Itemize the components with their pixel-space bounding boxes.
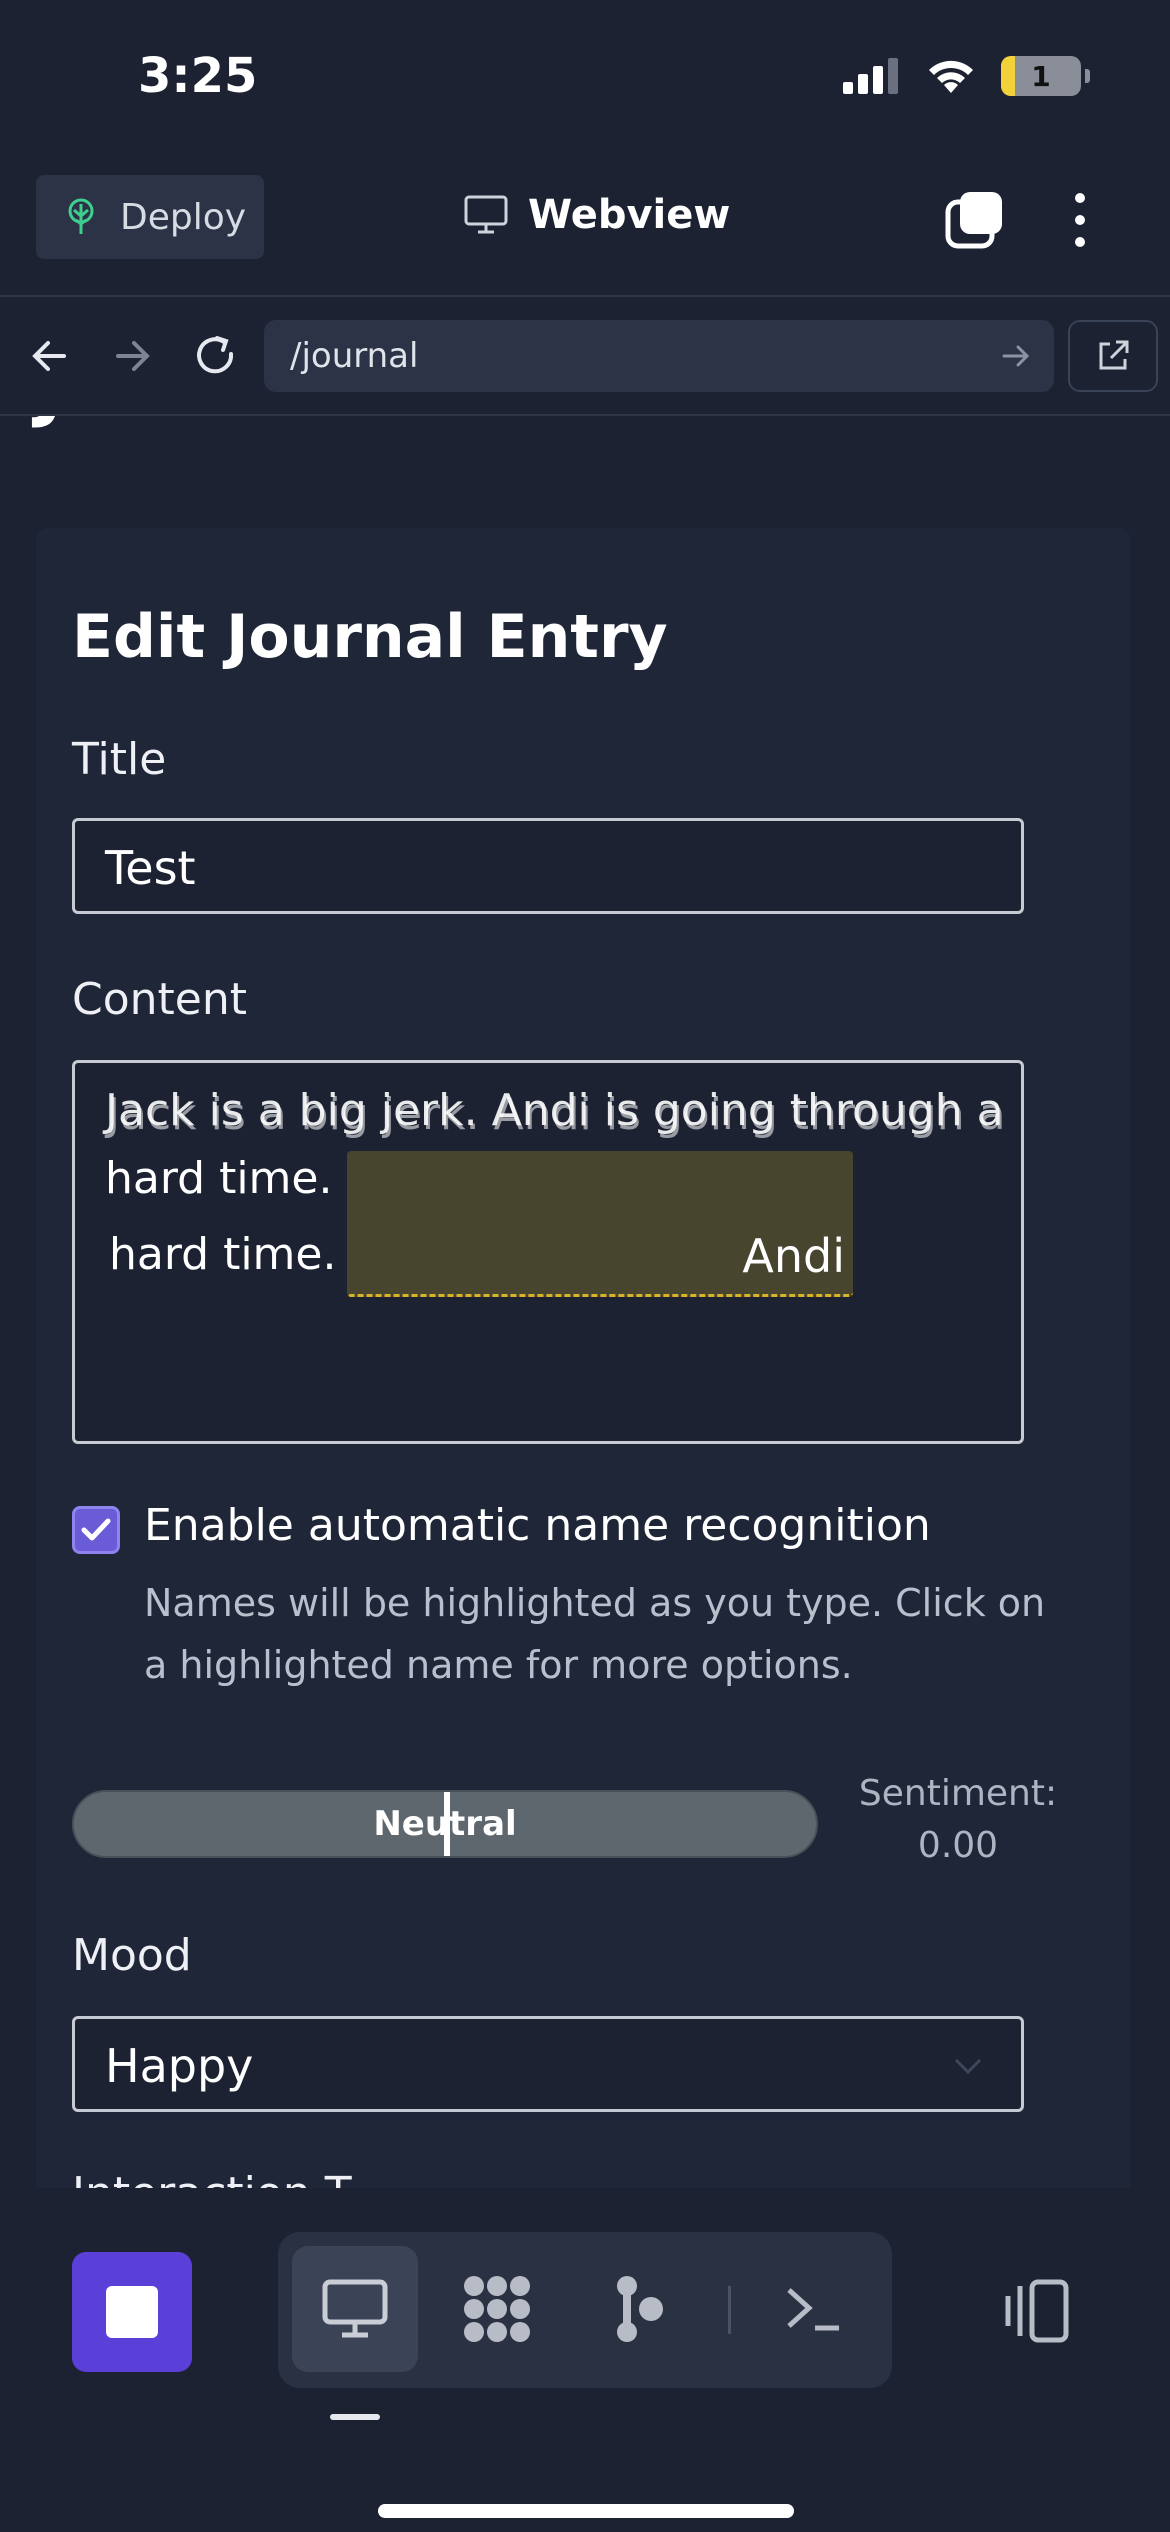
form-title: Edit Journal Entry	[72, 602, 668, 672]
page-heading: Journal Entries	[36, 416, 635, 430]
content-overlay-line-2: hard time.	[109, 1229, 337, 1280]
sentiment-bar-text: Neutral	[373, 1804, 517, 1844]
sentiment-label: Sentiment:	[858, 1773, 1058, 1814]
webview-title: Webview	[464, 192, 730, 238]
workflow-icon	[617, 2276, 663, 2342]
sentiment-bar: Neutral	[72, 1790, 818, 1858]
webview-tab[interactable]	[292, 2246, 418, 2372]
highlighted-name-text: Andi	[742, 1229, 845, 1283]
panel-toggle-icon[interactable]	[996, 2272, 1076, 2352]
mood-select-value: Happy	[105, 2039, 254, 2093]
desktop-icon	[322, 2279, 388, 2338]
workflow-tab[interactable]	[576, 2246, 702, 2372]
content-line-2: hard time.	[105, 1153, 333, 1204]
name-recognition-label[interactable]: Enable automatic name recognition	[144, 1500, 931, 1551]
sentiment-readout: Sentiment: 0.00	[830, 1768, 1086, 1872]
title-input-value: Test	[105, 841, 196, 895]
apps-grid-icon	[464, 2276, 530, 2342]
terminal-icon	[787, 2288, 839, 2331]
status-time: 3:25	[138, 48, 258, 104]
webview-content[interactable]: Journal Entries Edit Journal Entry Title…	[0, 416, 1170, 2188]
chevron-down-icon	[954, 2058, 982, 2075]
active-tab-indicator	[330, 2414, 380, 2420]
mood-label: Mood	[72, 1930, 192, 1981]
forward-icon[interactable]	[106, 330, 158, 382]
apps-tab[interactable]	[434, 2246, 560, 2372]
signal-icon	[843, 58, 898, 94]
interaction-type-label: Interaction T	[72, 2168, 352, 2188]
back-icon[interactable]	[24, 330, 76, 382]
reload-icon[interactable]	[190, 330, 242, 382]
status-icons: 1	[843, 56, 1090, 96]
browser-nav-row: /journal	[0, 318, 1170, 394]
external-link-icon	[1099, 340, 1129, 370]
battery-level: 1	[1031, 59, 1051, 93]
url-input[interactable]: /journal	[264, 320, 1054, 392]
content-overlay-line-1: Jack is a big jerk. Andi is going throug…	[107, 1089, 1006, 1140]
wifi-icon	[929, 60, 973, 93]
title-input[interactable]: Test	[72, 818, 1024, 914]
check-icon	[81, 1518, 111, 1541]
highlighted-name[interactable]: Andi	[347, 1151, 853, 1297]
webview-title-text: Webview	[528, 192, 731, 238]
battery-icon: 1	[1001, 56, 1081, 96]
sentiment-value: 0.00	[917, 1825, 999, 1866]
home-indicator	[378, 2504, 794, 2518]
terminal-tab[interactable]	[750, 2246, 876, 2372]
mood-select[interactable]: Happy	[72, 2016, 1024, 2112]
app-topbar: Deploy Webview	[0, 170, 1170, 295]
content-textarea[interactable]: Jack is a big jerk. Andi is going throug…	[72, 1060, 1024, 1444]
more-options-icon[interactable]	[1066, 190, 1094, 250]
url-path: /journal	[290, 336, 419, 376]
tabs-icon[interactable]	[944, 190, 1004, 250]
name-recognition-help: Names will be highlighted as you type. C…	[144, 1581, 1046, 1687]
bottom-toolbar	[0, 2188, 1170, 2532]
title-label: Title	[72, 734, 167, 785]
deploy-label: Deploy	[120, 196, 247, 238]
separator	[728, 2286, 731, 2334]
view-switcher	[278, 2232, 892, 2388]
stop-icon	[106, 2286, 158, 2338]
stop-button[interactable]	[72, 2252, 192, 2372]
name-recognition-checkbox[interactable]	[72, 1506, 120, 1554]
deploy-icon	[68, 198, 94, 234]
deploy-button[interactable]: Deploy	[36, 175, 264, 259]
content-label: Content	[72, 974, 247, 1025]
monitor-icon	[464, 195, 508, 234]
go-arrow-icon[interactable]	[1000, 340, 1032, 372]
divider	[0, 295, 1170, 297]
open-external-button[interactable]	[1068, 320, 1158, 392]
